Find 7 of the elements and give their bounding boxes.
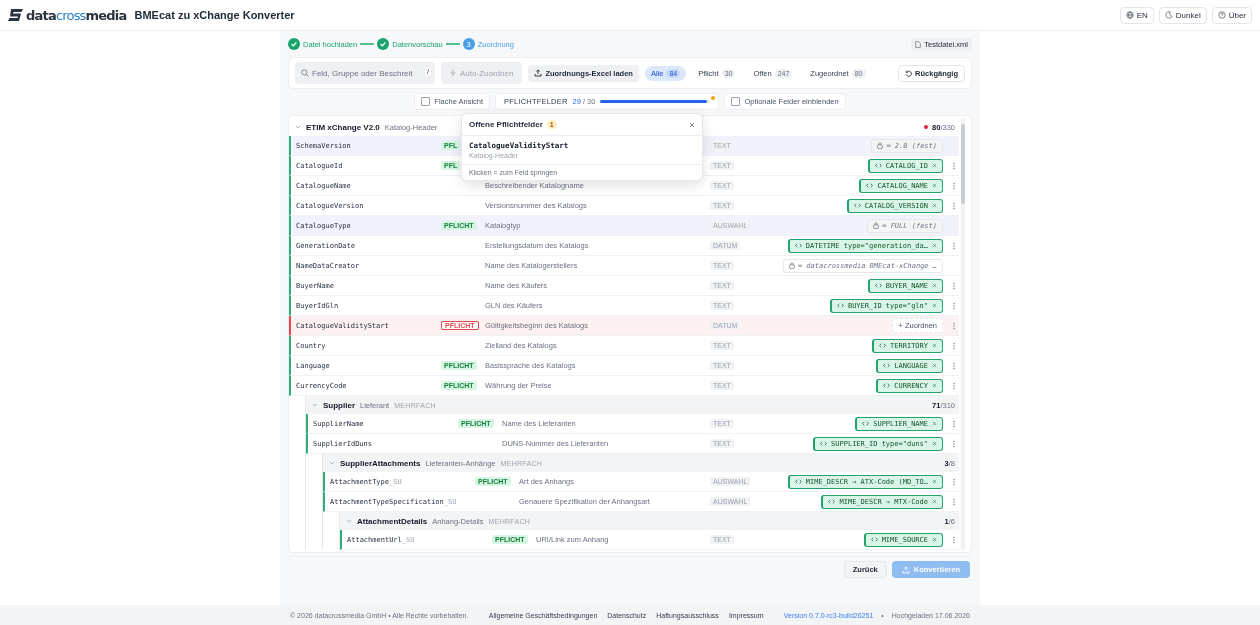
group-name: ETIM xChange V2.0 [306, 122, 380, 132]
logo-text: datacrossmedia [26, 7, 127, 23]
group-name: SupplierAttachments [340, 458, 421, 468]
app-title: BMEcat zu xChange Konverter [134, 9, 295, 21]
group-name: Supplier [323, 400, 355, 410]
group-name: AttachmentDetails [357, 516, 428, 526]
popover-title: Offene Pflichtfelder [469, 120, 543, 129]
